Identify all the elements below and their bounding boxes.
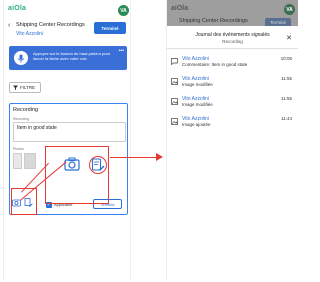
left-phone-screen: aiOla VA ‹ Shipping Center Recordings Vi… xyxy=(3,0,131,280)
photos-label: Photos xyxy=(13,147,24,151)
close-icon[interactable]: ✕ xyxy=(286,34,292,42)
sheet-title: Journal des événements signalés xyxy=(195,32,270,38)
page-subtitle: Vito Azzolini xyxy=(16,31,43,37)
app-logo: aiOla xyxy=(171,5,189,12)
top-bar: aiOla VA xyxy=(4,0,132,18)
filter-button[interactable]: FILTRE xyxy=(9,82,41,93)
highlight-box xyxy=(45,146,109,204)
filter-label: FILTRE xyxy=(20,85,36,90)
screenshot-stage: aiOla VA ‹ Shipping Center Recordings Vi… xyxy=(0,0,300,282)
dimmed-background: aiOla VA Shipping Center Recordings Term… xyxy=(167,0,298,27)
list-item[interactable]: Vito Azzolini Image modifiée 11:55 xyxy=(167,94,298,114)
microphone-icon[interactable] xyxy=(14,51,28,65)
voice-banner: Appuyez sur le bouton du haut-parleur po… xyxy=(9,46,127,70)
background-title: Shipping Center Recordings xyxy=(179,18,248,24)
list-item[interactable]: Vito Azzolini Commentaire: Item in good … xyxy=(167,54,298,74)
card-title: Recording xyxy=(13,107,39,113)
log-time: 10:06 xyxy=(280,56,292,61)
sheet-subtitle: Recording xyxy=(222,39,243,44)
more-icon[interactable]: ••• xyxy=(119,48,124,54)
photo-thumbnail[interactable] xyxy=(24,153,36,169)
banner-text: Appuyez sur le bouton du haut-parleur po… xyxy=(33,51,111,61)
photo-thumbnail[interactable] xyxy=(13,153,22,169)
list-item[interactable]: Vito Azzolini Image ajoutée 11:44 xyxy=(167,114,298,134)
divider xyxy=(167,48,298,49)
field-label: Recording xyxy=(13,117,29,121)
done-button[interactable]: Terminé xyxy=(94,22,126,34)
arrow-head xyxy=(156,153,163,161)
event-log-sheet: Journal des événements signalés Recordin… xyxy=(167,26,298,280)
right-phone-screen: aiOla VA Shipping Center Recordings Term… xyxy=(166,0,298,280)
log-description: Commentaire: Item in good state xyxy=(182,62,248,67)
highlight-box-small xyxy=(11,188,37,215)
filter-icon xyxy=(13,85,18,90)
app-logo: aiOla xyxy=(8,5,27,12)
comment-icon xyxy=(171,58,178,65)
page-title: Shipping Center Recordings xyxy=(16,22,85,28)
recording-field[interactable]: Item in good state xyxy=(13,122,126,142)
log-description: Image modifiée xyxy=(182,82,213,87)
log-description: Image modifiée xyxy=(182,102,213,107)
log-description: Image ajoutée xyxy=(182,122,211,127)
highlight-circle xyxy=(89,156,107,174)
image-icon xyxy=(171,118,178,125)
back-icon[interactable]: ‹ xyxy=(8,22,10,29)
log-time: 11:55 xyxy=(281,76,292,81)
log-time: 11:55 xyxy=(281,96,292,101)
image-icon xyxy=(171,98,178,105)
user-avatar: VA xyxy=(284,4,295,15)
user-avatar[interactable]: VA xyxy=(118,5,129,16)
list-item[interactable]: Vito Azzolini Image modifiée 11:55 xyxy=(167,74,298,94)
image-icon xyxy=(171,78,178,85)
log-time: 11:44 xyxy=(281,116,292,121)
arrow-line xyxy=(110,157,158,158)
